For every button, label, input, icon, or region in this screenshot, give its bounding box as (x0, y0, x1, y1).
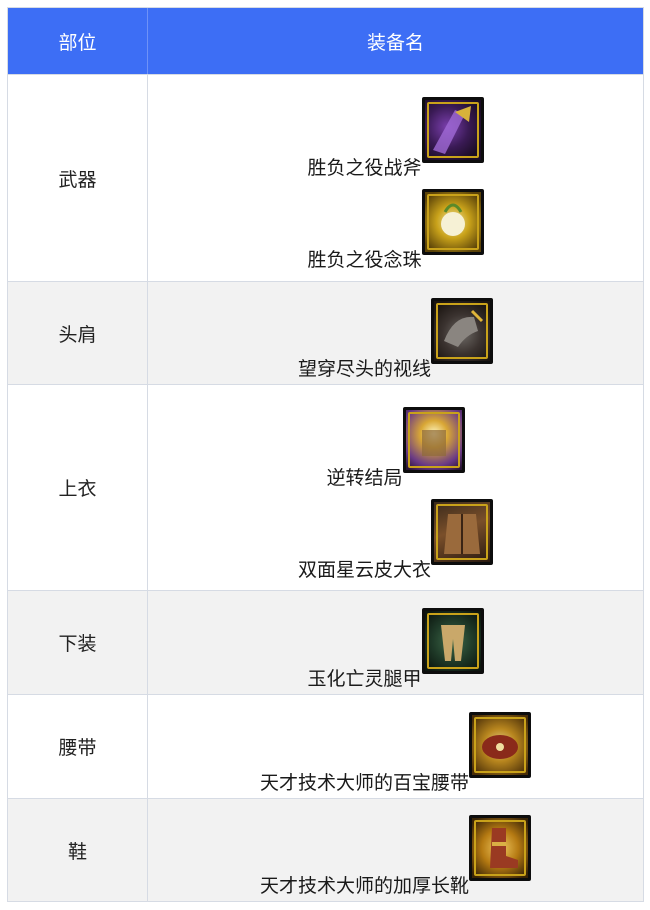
equipment-table: 部位 装备名 武器 胜负之役战斧 胜负之役念珠 头肩 望穿尽头的视线 上衣 逆转… (7, 7, 644, 902)
table-row: 头肩 望穿尽头的视线 (8, 281, 643, 384)
table-row: 腰带 天才技术大师的百宝腰带 (8, 694, 643, 798)
table-row: 鞋 天才技术大师的加厚长靴 (8, 798, 643, 901)
items-cell: 天才技术大师的加厚长靴 (148, 799, 643, 901)
shoulder-icon (431, 298, 493, 364)
part-label: 下装 (8, 591, 148, 694)
header-part: 部位 (8, 8, 148, 74)
coat-icon (431, 498, 493, 565)
items-cell: 天才技术大师的百宝腰带 (148, 695, 643, 798)
item-name: 双面星云皮大衣 (297, 558, 431, 581)
part-label: 腰带 (8, 695, 148, 798)
item-name: 逆转结局 (326, 466, 403, 489)
axe-icon (421, 97, 484, 163)
table-row: 上衣 逆转结局 双面星云皮大衣 (8, 384, 643, 590)
item-name: 胜负之役念珠 (307, 249, 422, 271)
list-item: 天才技术大师的加厚长靴 (260, 799, 531, 901)
items-cell: 玉化亡灵腿甲 (148, 591, 643, 694)
item-name: 天才技术大师的百宝腰带 (259, 771, 469, 794)
part-label: 鞋 (8, 799, 148, 901)
part-label: 上衣 (8, 385, 148, 590)
items-cell: 胜负之役战斧 胜负之役念珠 (148, 75, 643, 281)
item-name: 天才技术大师的加厚长靴 (259, 875, 469, 897)
list-item: 胜负之役战斧 (307, 81, 484, 183)
item-name: 胜负之役战斧 (307, 157, 422, 179)
part-label: 头肩 (8, 282, 148, 384)
item-name: 望穿尽头的视线 (297, 358, 431, 380)
leg-armor-icon (421, 607, 484, 674)
list-item: 玉化亡灵腿甲 (307, 592, 484, 694)
header-name: 装备名 (366, 31, 424, 54)
table-row: 下装 玉化亡灵腿甲 (8, 590, 643, 694)
boots-icon (469, 815, 531, 881)
table-header: 部位 装备名 (8, 8, 643, 74)
list-item: 望穿尽头的视线 (298, 282, 493, 384)
part-label: 武器 (8, 75, 148, 281)
table-row: 武器 胜负之役战斧 胜负之役念珠 (8, 74, 643, 281)
list-item: 天才技术大师的百宝腰带 (260, 696, 531, 798)
item-name: 玉化亡灵腿甲 (307, 667, 422, 690)
list-item: 双面星云皮大衣 (298, 493, 493, 585)
top-armor-icon (402, 406, 465, 473)
rosary-icon (421, 189, 484, 255)
list-item: 胜负之役念珠 (307, 183, 484, 275)
items-cell: 望穿尽头的视线 (148, 282, 643, 384)
belt-icon (469, 711, 531, 778)
list-item: 逆转结局 (326, 391, 465, 493)
items-cell: 逆转结局 双面星云皮大衣 (148, 385, 643, 590)
